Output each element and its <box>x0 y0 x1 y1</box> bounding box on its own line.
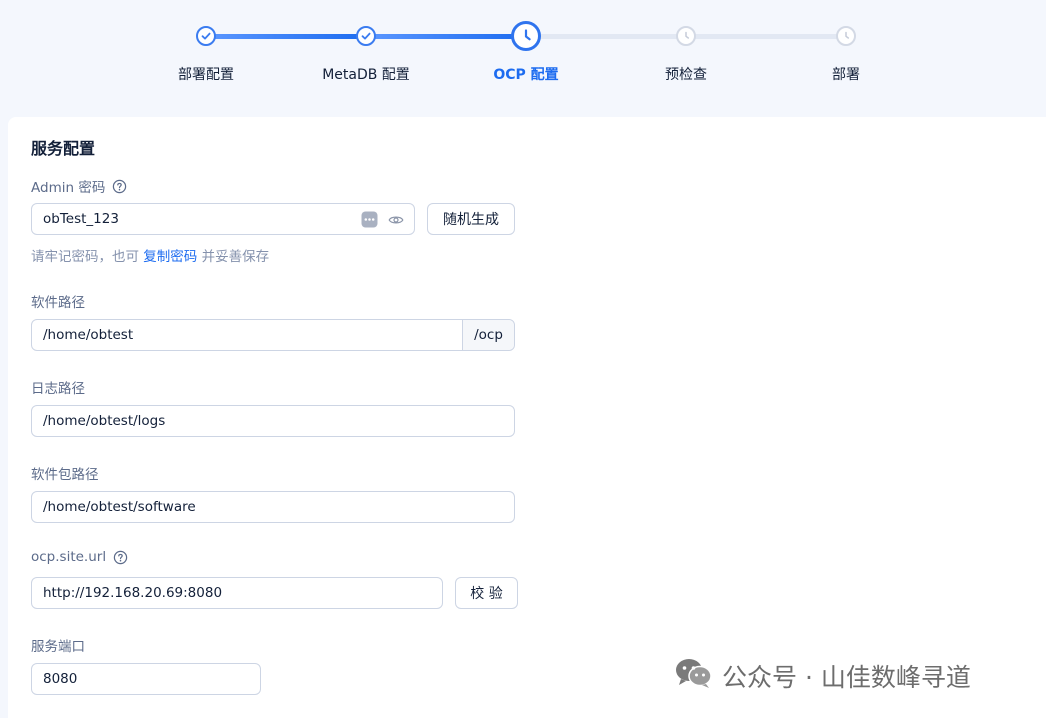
step-4-clock-icon <box>676 26 696 46</box>
step-label-metadb-config: MetaDB 配置 <box>322 67 410 83</box>
admin-password-label-text: Admin 密码 <box>31 180 106 196</box>
step-label-precheck: 预检查 <box>665 67 707 83</box>
password-hint: 请牢记密码，也可 复制密码 并妥善保存 <box>31 245 269 265</box>
site-url-input[interactable]: http://192.168.20.69:8080 <box>31 577 443 609</box>
service-port-value: 8080 <box>43 671 78 687</box>
wechat-icon <box>674 656 714 696</box>
package-path-value: /home/obtest/software <box>43 499 196 515</box>
package-path-input[interactable]: /home/obtest/software <box>31 491 515 523</box>
password-dots-icon <box>361 211 378 232</box>
site-url-label-text: ocp.site.url <box>31 549 107 565</box>
step-connector-4 <box>686 34 846 39</box>
password-hint-prefix: 请牢记密码，也可 <box>31 249 139 265</box>
step-connector-1 <box>206 34 366 39</box>
question-circle-icon[interactable] <box>112 179 127 194</box>
software-path-value: /home/obtest <box>43 327 134 343</box>
step-1-check-icon <box>196 26 216 46</box>
verify-button[interactable]: 校 验 <box>455 577 518 609</box>
step-connector-2 <box>366 34 526 39</box>
package-path-label: 软件包路径 <box>31 467 99 483</box>
step-label-deploy: 部署 <box>832 67 860 83</box>
step-5-clock-icon <box>836 26 856 46</box>
log-path-label: 日志路径 <box>31 381 85 397</box>
eye-icon[interactable] <box>388 212 404 232</box>
service-port-input[interactable]: 8080 <box>31 663 261 695</box>
question-circle-icon[interactable] <box>113 550 128 565</box>
step-2-check-icon <box>356 26 376 46</box>
section-title: 服务配置 <box>31 139 96 158</box>
log-path-value: /home/obtest/logs <box>43 413 166 429</box>
password-hint-suffix: 并妥善保存 <box>201 249 270 265</box>
admin-password-value: obTest_123 <box>43 211 119 227</box>
software-path-label: 软件路径 <box>31 295 85 311</box>
watermark: 公众号 · 山佳数峰寻道 <box>674 656 971 696</box>
service-config-card: 服务配置 Admin 密码 obTest_123 随机生成 请牢记密码，也可 复… <box>8 117 1046 718</box>
admin-password-label: Admin 密码 <box>31 176 127 196</box>
software-path-input[interactable]: /home/obtest /ocp <box>31 319 515 351</box>
step-label-deploy-config: 部署配置 <box>178 67 234 83</box>
site-url-value: http://192.168.20.69:8080 <box>43 585 223 601</box>
service-port-label: 服务端口 <box>31 639 85 655</box>
watermark-text: 公众号 · 山佳数峰寻道 <box>722 663 971 692</box>
admin-password-input[interactable]: obTest_123 <box>31 203 415 235</box>
step-3-clock-icon <box>511 21 541 51</box>
generate-password-button[interactable]: 随机生成 <box>427 203 515 235</box>
deploy-stepper: 部署配置 MetaDB 配置 OCP 配置 预检查 部署 <box>0 0 1046 110</box>
step-connector-3 <box>526 34 686 39</box>
log-path-input[interactable]: /home/obtest/logs <box>31 405 515 437</box>
site-url-label: ocp.site.url <box>31 549 128 565</box>
step-label-ocp-config: OCP 配置 <box>493 67 559 83</box>
password-actions <box>361 211 404 232</box>
software-path-suffix: /ocp <box>462 320 514 350</box>
copy-password-link[interactable]: 复制密码 <box>143 249 197 265</box>
